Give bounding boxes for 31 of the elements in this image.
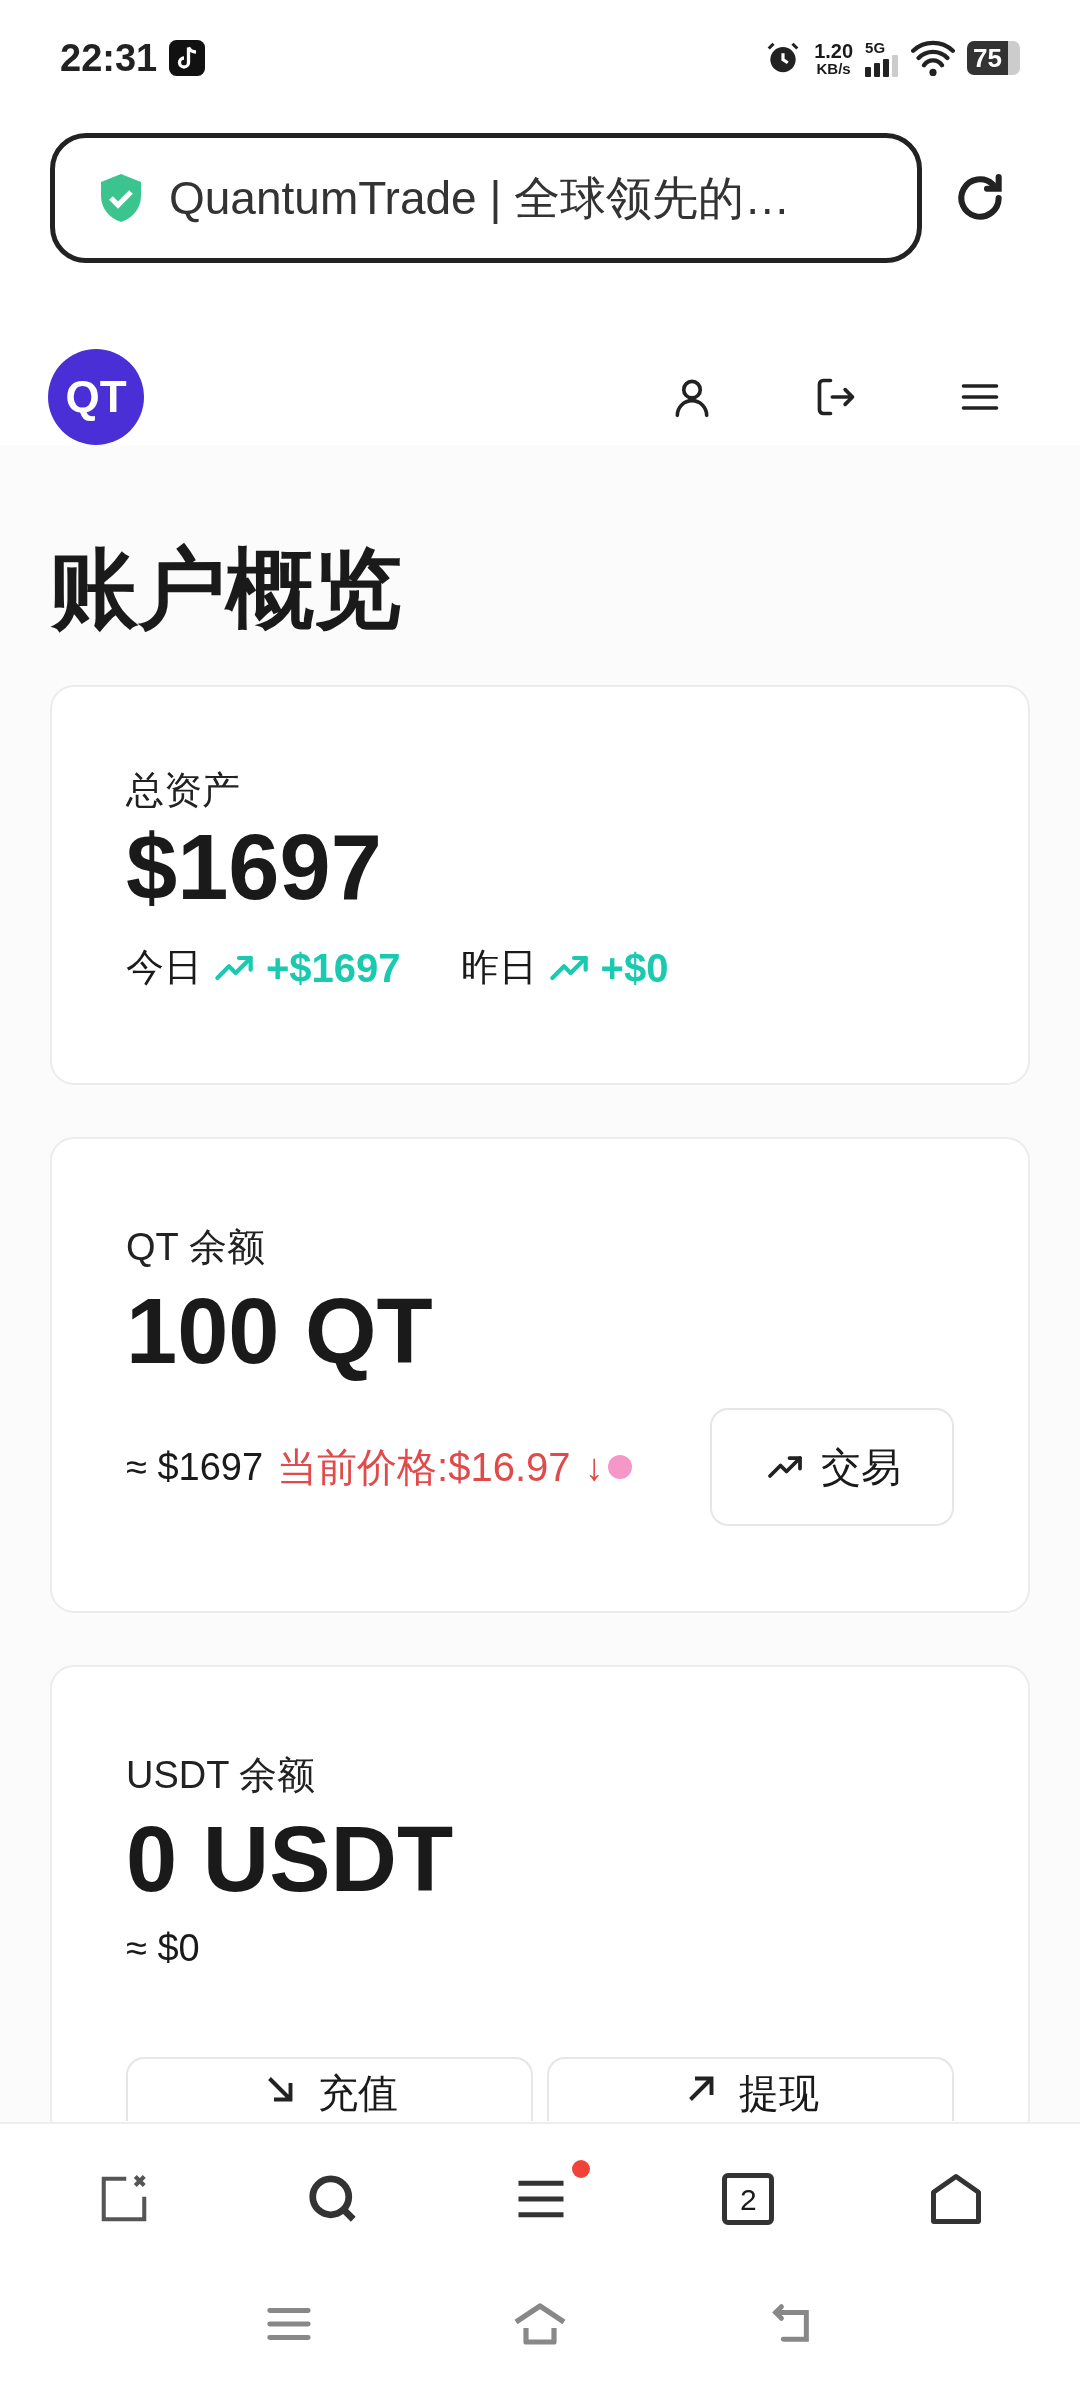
tab-count[interactable]: 2 <box>722 2173 775 2225</box>
qt-amount: 100 QT <box>126 1279 434 1384</box>
home-icon[interactable] <box>928 2172 983 2226</box>
card-label: QT 余额 <box>126 1225 266 1270</box>
address-bar[interactable]: QuantumTrade | 全球领先的… <box>50 133 922 263</box>
deposit-button[interactable]: 充值 <box>126 2057 533 2122</box>
signal-icon <box>865 54 900 77</box>
network-speed: 1.20 <box>814 40 854 61</box>
wifi-icon <box>911 40 956 76</box>
card-label: USDT 余额 <box>126 1753 317 1798</box>
card-label: 总资产 <box>126 768 241 813</box>
trade-button[interactable]: 交易 <box>710 1408 954 1527</box>
clock-time: 22:31 <box>60 35 158 81</box>
music-app-icon <box>169 40 206 76</box>
change-value: +$0 <box>600 944 669 992</box>
page-heading: 账户概览 <box>50 545 403 633</box>
usdt-amount: 0 USDT <box>126 1807 455 1912</box>
withdraw-button[interactable]: 提现 <box>547 2057 954 2122</box>
avatar[interactable]: QT <box>48 349 144 445</box>
current-price: 当前价格:$16.97 <box>277 1444 571 1492</box>
down-arrow: ↓ <box>584 1444 604 1490</box>
change-value: +$1697 <box>266 944 401 992</box>
approx-value: ≈ $0 <box>126 1926 201 1972</box>
page-title: QuantumTrade | 全球领先的… <box>169 170 791 226</box>
change-label: 昨日 <box>460 945 537 991</box>
battery-indicator: 75 <box>967 41 1020 75</box>
change-label: 今日 <box>126 945 202 991</box>
total-amount: $1697 <box>126 819 383 916</box>
approx-value: ≈ $1697 <box>126 1444 264 1490</box>
network-speed-unit: KB/s <box>816 60 851 76</box>
network-type: 5G <box>865 39 886 55</box>
